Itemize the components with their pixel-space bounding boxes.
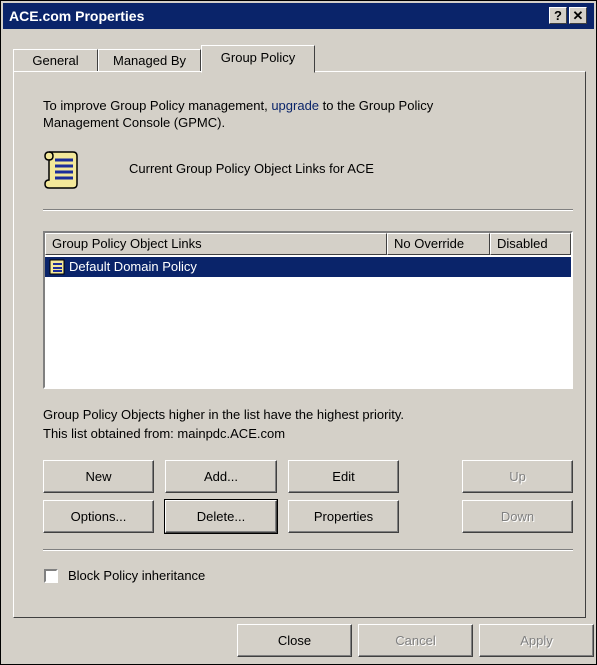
window-title: ACE.com Properties [9,8,145,24]
apply-button-label: Apply [520,633,553,648]
up-button[interactable]: Up [462,460,573,493]
edit-button[interactable]: Edit [288,460,399,493]
group-policy-scroll-icon [44,151,78,189]
intro-line2: Management Console (GPMC). [43,115,226,130]
properties-button[interactable]: Properties [288,500,399,533]
apply-button[interactable]: Apply [479,624,594,657]
down-button-label: Down [500,509,535,524]
priority-info: Group Policy Objects higher in the list … [43,405,404,443]
tab-general[interactable]: General [13,49,98,72]
close-icon: ✕ [572,8,584,23]
block-inheritance-label[interactable]: Block Policy inheritance [68,568,205,583]
tab-managed-by-label: Managed By [113,53,186,68]
delete-button-label: Delete... [196,509,246,524]
edit-button-label: Edit [332,469,355,484]
new-button[interactable]: New [43,460,154,493]
gpo-links-list[interactable]: Group Policy Object Links No Override Di… [43,231,573,389]
title-bar: ACE.com Properties ? ✕ [3,3,594,29]
list-source-info: This list obtained from: mainpdc.ACE.com [43,426,286,441]
column-header-disabled[interactable]: Disabled [490,233,571,255]
cancel-button[interactable]: Cancel [358,624,473,657]
block-inheritance-checkbox[interactable] [44,569,58,583]
add-button[interactable]: Add... [165,460,277,493]
tab-group-policy-label: Group Policy [220,50,296,65]
column-header-no-override[interactable]: No Override [387,233,490,255]
intro-text-after: to the Group Policy [319,98,434,113]
options-button[interactable]: Options... [43,500,154,533]
list-item[interactable]: Default Domain Policy [45,257,571,277]
separator-bottom [43,549,573,551]
upgrade-link[interactable]: upgrade [271,98,319,113]
up-button-label: Up [509,469,526,484]
tab-group-policy[interactable]: Group Policy [201,45,315,73]
tab-general-label: General [32,53,79,68]
close-button[interactable]: Close [237,624,352,657]
gpo-scroll-icon [49,259,65,275]
gpmc-upgrade-text: To improve Group Policy management, upgr… [43,97,563,131]
add-button-label: Add... [204,469,238,484]
priority-info-line1: Group Policy Objects higher in the list … [43,407,405,422]
separator-top [43,209,573,211]
gpo-name: Default Domain Policy [69,259,197,274]
properties-button-label: Properties [313,509,374,524]
properties-dialog: ACE.com Properties ? ✕ General Managed B… [0,0,597,665]
close-window-button[interactable]: ✕ [569,7,587,24]
help-button[interactable]: ? [549,7,567,24]
options-button-label: Options... [70,509,127,524]
intro-text-before: To improve Group Policy management, [43,98,272,113]
close-button-label: Close [277,633,312,648]
cancel-button-label: Cancel [395,633,436,648]
tab-managed-by[interactable]: Managed By [98,49,201,72]
column-header-gpo-links[interactable]: Group Policy Object Links [45,233,387,255]
current-links-heading: Current Group Policy Object Links for AC… [129,161,374,176]
help-icon: ? [554,8,562,23]
down-button[interactable]: Down [462,500,573,533]
new-button-label: New [85,469,112,484]
delete-button[interactable]: Delete... [164,499,278,534]
